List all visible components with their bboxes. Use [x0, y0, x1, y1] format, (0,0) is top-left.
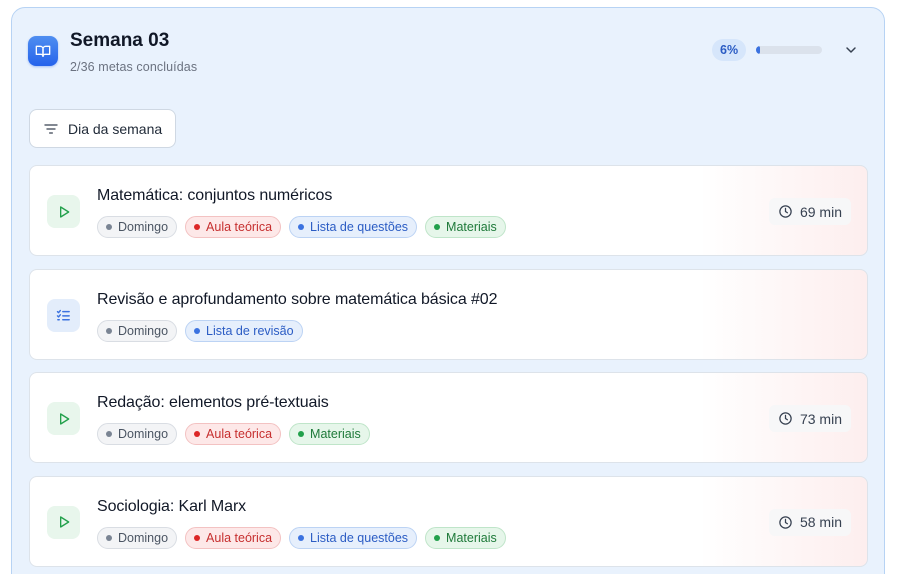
tag-dot: [298, 431, 305, 437]
week-panel: Semana 03 2/36 metas concluídas 6% Dia d…: [11, 7, 885, 574]
tag-dot: [434, 224, 441, 230]
task-tags: Domingo Aula teórica Materiais: [97, 423, 370, 445]
play-icon: [47, 505, 80, 539]
weekday-filter-button[interactable]: Dia da semana: [29, 109, 177, 148]
tag-label: Aula teórica: [206, 427, 273, 441]
play-icon: [47, 402, 80, 435]
tag-dot: [434, 534, 441, 541]
task-card[interactable]: Sociologia: Karl Marx Domingo Aula teórica…: [29, 475, 868, 567]
tag-dot: [194, 327, 201, 334]
tag-label: Domingo: [118, 530, 169, 545]
task-tag: Aula teórica: [185, 423, 282, 445]
task-tag: Aula teórica: [185, 216, 282, 238]
duration-label: 73 min: [799, 410, 842, 427]
progress-bar: [756, 46, 822, 54]
tag-label: Aula teórica: [206, 530, 273, 545]
task-tag: Lista de questões: [289, 216, 418, 238]
tag-dot: [298, 534, 305, 541]
task-tag: Materiais: [425, 216, 506, 238]
duration-label: 58 min: [799, 514, 842, 530]
week-progress-text: 2/36 metas concluídas: [70, 60, 198, 74]
tag-label: Lista de revisão: [206, 323, 294, 338]
progress-bar-fill: [756, 46, 760, 54]
task-card[interactable]: Matemática: conjuntos numéricos Domingo Au…: [29, 165, 868, 256]
tag-dot: [194, 534, 201, 541]
task-duration: 58 min: [768, 508, 851, 536]
chevron-down-icon: [846, 47, 856, 53]
tag-dot: [106, 534, 112, 541]
weekday-filter-label: Dia da semana: [68, 120, 163, 137]
task-tag: Lista de revisão: [185, 319, 303, 342]
checklist-icon: [47, 298, 80, 332]
filter-icon: [44, 123, 58, 134]
task-duration: 69 min: [768, 198, 851, 225]
collapse-toggle-button[interactable]: [841, 40, 861, 60]
task-card[interactable]: Revisão e aprofundamento sobre matemátic…: [29, 268, 868, 360]
task-tag: Aula teórica: [185, 526, 282, 549]
tag-dot: [194, 431, 201, 437]
task-tag: Domingo: [97, 216, 178, 238]
task-card[interactable]: Redação: elementos pré-textuais Domingo Au…: [29, 372, 868, 463]
progress-percent-badge: 6%: [712, 39, 747, 61]
tag-label: Domingo: [118, 323, 169, 338]
task-title: Matemática: conjuntos numéricos: [97, 187, 333, 204]
tag-dot: [106, 327, 112, 334]
play-icon: [47, 195, 80, 228]
tag-label: Materiais: [446, 530, 497, 545]
duration-label: 69 min: [799, 203, 842, 220]
week-title: Semana 03: [70, 30, 170, 51]
tag-label: Domingo: [118, 427, 169, 441]
task-duration: 73 min: [768, 405, 851, 432]
task-tag: Materiais: [289, 423, 370, 445]
tag-label: Materiais: [310, 427, 361, 441]
clock-icon: [779, 205, 792, 218]
task-tags: Domingo Aula teórica Lista de questões Mate…: [97, 216, 506, 238]
tag-dot: [298, 224, 305, 230]
book-open-icon: [28, 36, 58, 66]
task-tags: Domingo Aula teórica Lista de questões Mate…: [97, 526, 506, 549]
task-tag: Lista de questões: [289, 526, 418, 549]
clock-icon: [779, 515, 792, 529]
tag-dot: [194, 224, 201, 230]
task-title: Redação: elementos pré-textuais: [97, 394, 329, 411]
tag-dot: [106, 224, 112, 230]
task-tag: Materiais: [425, 526, 506, 549]
tag-label: Materiais: [446, 220, 497, 234]
tag-label: Lista de questões: [310, 530, 409, 545]
tag-label: Aula teórica: [206, 220, 273, 234]
clock-icon: [779, 412, 792, 425]
task-title: Revisão e aprofundamento sobre matemátic…: [97, 290, 498, 308]
task-tag: Domingo: [97, 526, 178, 549]
task-title: Sociologia: Karl Marx: [97, 497, 247, 515]
task-tags: Domingo Lista de revisão: [97, 319, 303, 342]
tag-dot: [106, 431, 112, 437]
task-tag: Domingo: [97, 423, 178, 445]
task-tag: Domingo: [97, 319, 178, 342]
task-list: Matemática: conjuntos numéricos Domingo Au…: [29, 165, 868, 574]
tag-label: Lista de questões: [310, 220, 409, 234]
tag-label: Domingo: [118, 220, 169, 234]
